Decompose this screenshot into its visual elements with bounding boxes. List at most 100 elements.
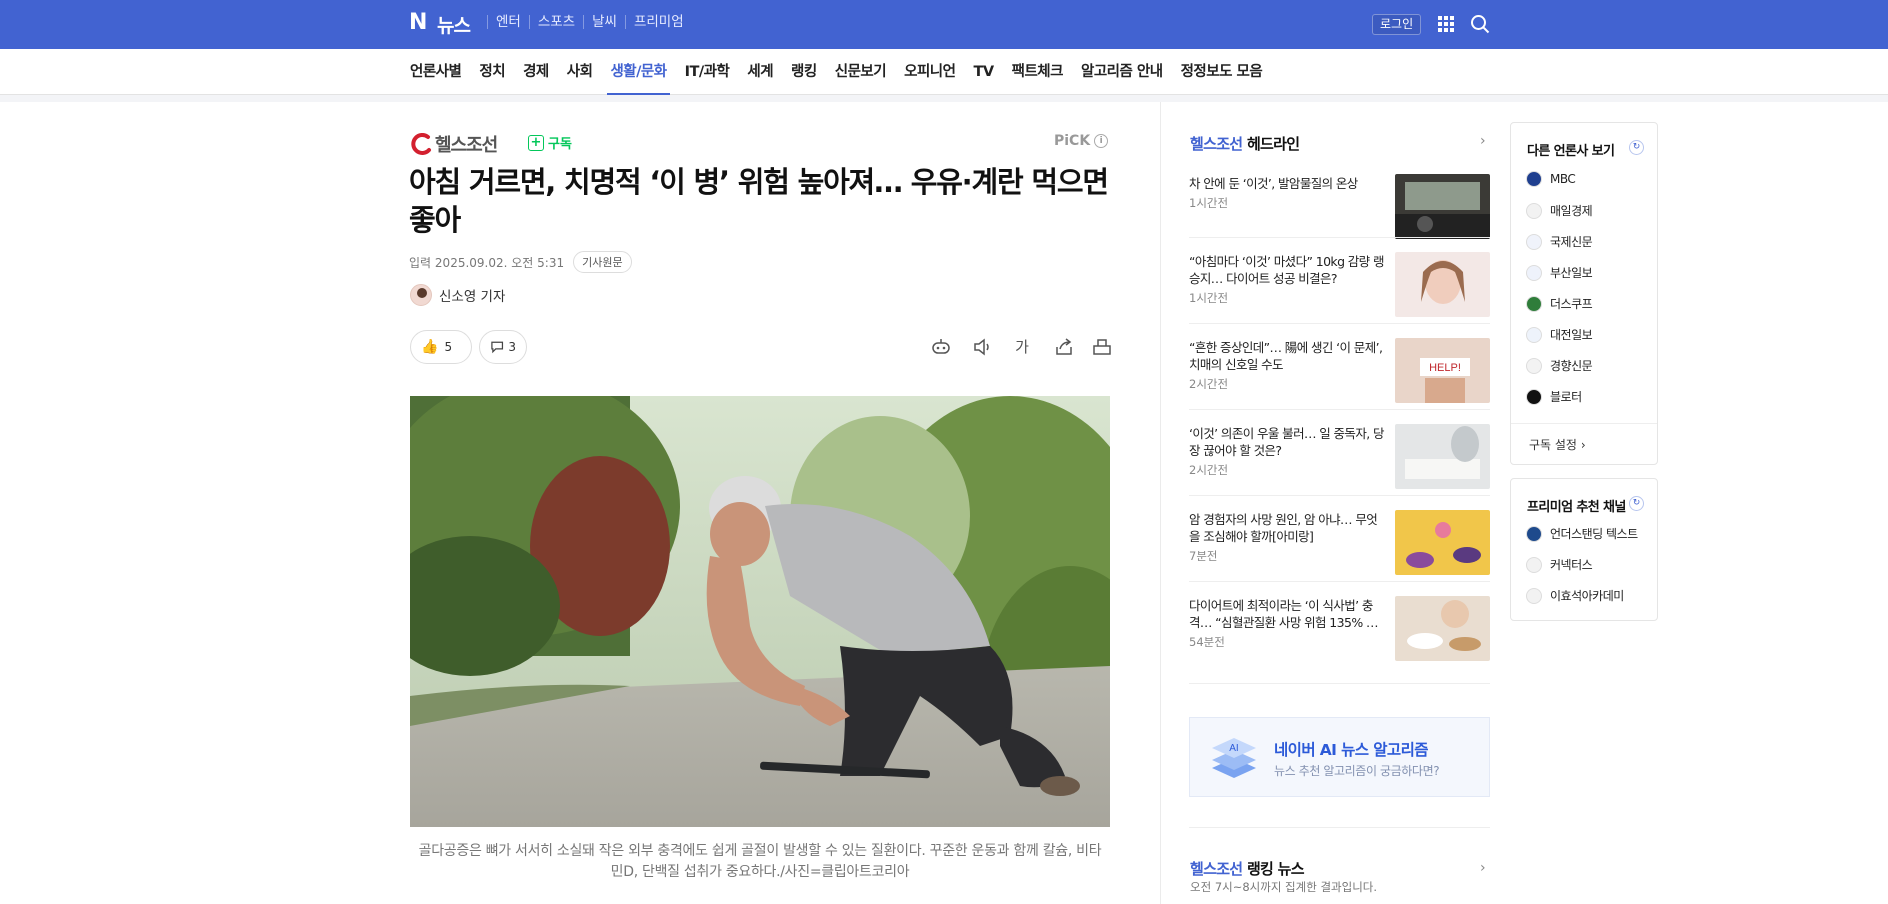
- font-size-label: 가: [1015, 338, 1029, 356]
- tab-politics[interactable]: 정치: [479, 49, 505, 95]
- ai-banner-subtitle: 뉴스 추천 알고리즘이 궁금하다면?: [1274, 764, 1440, 778]
- ai-layers-icon: AI: [1212, 738, 1256, 778]
- original-article-button[interactable]: 기사원문: [573, 251, 632, 273]
- refresh-icon[interactable]: ↻: [1629, 140, 1644, 155]
- list-divider: [1189, 323, 1490, 324]
- svg-text:HELP!: HELP!: [1429, 362, 1461, 374]
- headline-item[interactable]: “흔한 증상인데”… 陽에 생긴 ‘이 문제’, 치매의 신호일 수도 2시간전…: [1189, 338, 1490, 425]
- list-divider: [1189, 683, 1490, 684]
- tab-tv[interactable]: TV: [973, 49, 994, 95]
- summary-bot-icon[interactable]: [930, 337, 952, 357]
- headline-section-title[interactable]: 헬스조선 헤드라인: [1190, 133, 1300, 154]
- premium-item-connectors[interactable]: 커넥터스: [1526, 556, 1593, 573]
- tab-algorithm[interactable]: 알고리즘 안내: [1081, 49, 1163, 95]
- print-icon[interactable]: [1091, 337, 1113, 357]
- share-icon[interactable]: [1053, 337, 1075, 357]
- search-icon[interactable]: [1470, 14, 1490, 34]
- other-press-panel: 다른 언론사 보기 ↻ MBC 매일경제 국제신문 부산일보 더스쿠프 대전일보…: [1510, 122, 1658, 465]
- tab-world[interactable]: 세계: [747, 49, 773, 95]
- publish-date: 2025.09.02. 오전 5:31: [434, 255, 565, 270]
- pick-badge[interactable]: PiCK i: [1054, 133, 1109, 149]
- press-item-label: 대전일보: [1550, 328, 1593, 342]
- tab-newspaper[interactable]: 신문보기: [835, 49, 887, 95]
- tab-economy[interactable]: 경제: [523, 49, 549, 95]
- press-item-bloter[interactable]: 블로터: [1526, 388, 1582, 405]
- headline-thumbnail: [1395, 424, 1490, 489]
- headline-item[interactable]: 암 경험자의 사망 원인, 암 아냐… 무엇을 조심해야 할까[아미랑] 7분전: [1189, 510, 1490, 597]
- subscribe-button[interactable]: + 구독: [528, 133, 572, 152]
- press-item-scoop[interactable]: 더스쿠프: [1526, 295, 1593, 312]
- press-item-busan[interactable]: 부산일보: [1526, 264, 1593, 281]
- tab-corrections[interactable]: 정정보도 모음: [1181, 49, 1263, 95]
- chevron-right-icon: ›: [1580, 438, 1586, 452]
- premium-item-label: 커넥터스: [1550, 558, 1593, 572]
- subscribe-settings-label: 구독 설정: [1529, 438, 1577, 452]
- press-name: 헬스조선: [435, 135, 498, 156]
- headline-item[interactable]: 다이어트에 최적이라는 ‘이 식사법’ 충격… “심혈관질환 사망 위험 135…: [1189, 596, 1490, 683]
- ranking-section-title[interactable]: 헬스조선 랭킹 뉴스: [1190, 858, 1305, 879]
- press-item-label: 경향신문: [1550, 359, 1593, 373]
- tab-factcheck[interactable]: 팩트체크: [1012, 49, 1064, 95]
- headline-item-title: ‘이것’ 의존이 우울 불러… 일 중독자, 당장 끊어야 할 것은?: [1189, 426, 1384, 458]
- press-logo-icon: [1526, 357, 1542, 374]
- comment-button[interactable]: 3: [479, 330, 527, 364]
- headline-item-time: 1시간전: [1189, 196, 1229, 210]
- tab-life-culture[interactable]: 생활/문화: [607, 49, 670, 95]
- tab-it-science[interactable]: IT/과학: [685, 49, 730, 95]
- headline-item[interactable]: 차 안에 둔 ‘이것’, 발암물질의 온상 1시간전: [1189, 174, 1490, 261]
- headline-thumbnail: [1395, 174, 1490, 239]
- nav-divider: [0, 95, 1888, 102]
- tab-ranking[interactable]: 랭킹: [791, 49, 817, 95]
- font-size-button[interactable]: 가: [1011, 336, 1033, 356]
- tab-by-press[interactable]: 언론사별: [410, 49, 462, 95]
- speaker-icon[interactable]: [971, 337, 993, 357]
- top-header: N 뉴스 엔터 스포츠 날씨 프리미엄 로그인: [0, 0, 1888, 49]
- headline-thumbnail: [1395, 510, 1490, 575]
- category-nav: 언론사별 정치 경제 사회 생활/문화 IT/과학 세계 랭킹 신문보기 오피니…: [0, 49, 1888, 95]
- subscribe-label: 구독: [548, 137, 572, 152]
- tab-opinion[interactable]: 오피니언: [904, 49, 956, 95]
- naver-logo[interactable]: N: [409, 12, 429, 34]
- login-button[interactable]: 로그인: [1372, 14, 1422, 35]
- press-item-kookje[interactable]: 국제신문: [1526, 233, 1593, 250]
- chevron-right-icon[interactable]: ›: [1480, 860, 1486, 876]
- press-logo-icon: [1526, 295, 1542, 312]
- headline-thumbnail: [1395, 252, 1490, 317]
- refresh-icon[interactable]: ↻: [1629, 496, 1644, 511]
- list-divider: [1189, 237, 1490, 238]
- premium-item-understanding[interactable]: 언더스탠딩 텍스트: [1526, 525, 1638, 542]
- apps-grid-icon[interactable]: [1438, 16, 1454, 32]
- ai-algorithm-banner[interactable]: AI 네이버 AI 뉴스 알고리즘 뉴스 추천 알고리즘이 궁금하다면?: [1189, 717, 1490, 797]
- press-item-mk[interactable]: 매일경제: [1526, 202, 1593, 219]
- headline-item-title: “흔한 증상인데”… 陽에 생긴 ‘이 문제’, 치매의 신호일 수도: [1189, 340, 1383, 372]
- list-divider: [1189, 409, 1490, 410]
- ranking-press: 헬스조선: [1190, 860, 1243, 878]
- premium-item-academy[interactable]: 이효석아카데미: [1526, 587, 1624, 604]
- top-nav-sports[interactable]: 스포츠: [528, 15, 583, 29]
- headline-item[interactable]: “아침마다 ‘이것’ 마셨다” 10kg 감량 랭승지… 다이어트 성공 비결은…: [1189, 252, 1490, 339]
- headline-item[interactable]: ‘이것’ 의존이 우울 불러… 일 중독자, 당장 끊어야 할 것은? 2시간전: [1189, 424, 1490, 511]
- headline-item-time: 1시간전: [1189, 291, 1229, 305]
- news-logo[interactable]: 뉴스: [437, 11, 471, 38]
- reporter[interactable]: 신소영 기자: [410, 284, 505, 306]
- press-item-label: 부산일보: [1550, 266, 1593, 280]
- press-logo-icon: [1526, 388, 1542, 405]
- press-item-kyunghyang[interactable]: 경향신문: [1526, 357, 1593, 374]
- top-nav-weather[interactable]: 날씨: [583, 15, 625, 29]
- info-icon[interactable]: i: [1094, 134, 1109, 148]
- headline-item-title: “아침마다 ‘이것’ 마셨다” 10kg 감량 랭승지… 다이어트 성공 비결은…: [1189, 254, 1384, 286]
- press-logo[interactable]: 헬스조선: [410, 131, 498, 157]
- subscribe-settings-link[interactable]: 구독 설정 ›: [1511, 423, 1657, 453]
- top-nav-premium[interactable]: 프리미엄: [624, 15, 692, 29]
- press-item-mbc[interactable]: MBC: [1526, 171, 1576, 187]
- column-divider: [1160, 102, 1161, 904]
- ranking-label: 랭킹 뉴스: [1246, 860, 1305, 878]
- tab-society[interactable]: 사회: [567, 49, 593, 95]
- chevron-right-icon[interactable]: ›: [1480, 133, 1486, 149]
- reaction-button[interactable]: 👍 5: [410, 330, 472, 364]
- press-item-daejeon[interactable]: 대전일보: [1526, 326, 1593, 343]
- premium-title: 프리미엄 추천 채널: [1527, 500, 1626, 515]
- comment-count: 3: [508, 340, 516, 354]
- top-nav-entertainment[interactable]: 엔터: [487, 15, 529, 29]
- headline-press: 헬스조선: [1190, 135, 1243, 153]
